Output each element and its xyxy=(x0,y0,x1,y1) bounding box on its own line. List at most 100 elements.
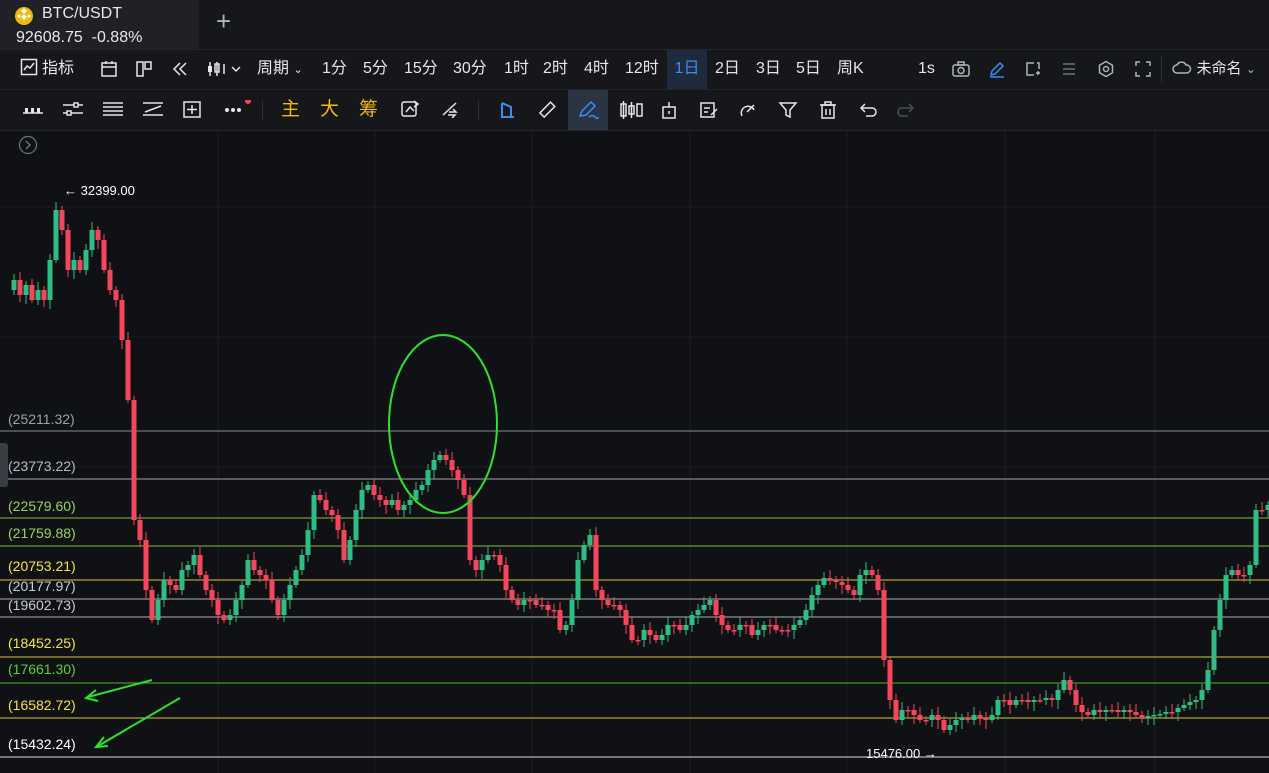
candle-body xyxy=(497,555,503,565)
more-icon[interactable] xyxy=(217,90,251,130)
candle-body xyxy=(551,610,557,612)
magnet-icon[interactable] xyxy=(492,90,522,130)
price-level-label: (15432.24) xyxy=(8,736,76,752)
add-tab-button[interactable]: + xyxy=(216,6,231,36)
candle-body xyxy=(737,625,743,630)
candle-body xyxy=(959,718,965,720)
interval-5d[interactable]: 5日 xyxy=(796,50,821,89)
candle-body xyxy=(1175,708,1181,712)
candle-body xyxy=(845,585,851,590)
symbol-tab[interactable]: BTC/USDT 92608.75 -0.88% xyxy=(0,0,199,49)
candle-body xyxy=(1247,565,1253,575)
settings-icon[interactable] xyxy=(1092,50,1122,90)
candle-body xyxy=(131,400,137,520)
lock-icon[interactable] xyxy=(654,90,684,130)
split-layout-icon[interactable] xyxy=(130,50,160,90)
low-price-value: 15476.00 xyxy=(866,746,921,761)
candle-body xyxy=(749,625,755,635)
candle-body xyxy=(263,575,269,580)
candle-body xyxy=(1181,705,1187,708)
candle-body xyxy=(1265,505,1269,510)
indicators-label: 指标 xyxy=(42,60,75,77)
side-panel-handle[interactable] xyxy=(0,443,8,487)
candle-body xyxy=(761,625,767,630)
trash-icon[interactable] xyxy=(813,90,843,130)
large-order-button[interactable]: 大 xyxy=(320,90,339,130)
replay-icon[interactable] xyxy=(395,90,425,130)
interval-4h[interactable]: 4时 xyxy=(584,50,609,89)
redo-icon[interactable] xyxy=(892,90,922,130)
candle-body xyxy=(791,625,797,630)
annotation-arrow xyxy=(97,697,181,747)
candle-body xyxy=(317,495,323,500)
seconds-button[interactable]: 1s xyxy=(918,50,935,89)
candle-body xyxy=(893,700,899,720)
candle-body xyxy=(1115,710,1121,712)
candle-body xyxy=(869,570,875,575)
price-chart[interactable] xyxy=(0,131,1269,773)
interval-30m[interactable]: 30分 xyxy=(453,50,487,89)
main-indicator-button[interactable]: 主 xyxy=(281,90,300,130)
indicators-button[interactable]: 指标 xyxy=(20,50,74,89)
ruler-icon[interactable] xyxy=(532,90,562,130)
candle-body xyxy=(101,240,107,270)
fullscreen-icon[interactable] xyxy=(1129,50,1159,90)
object-list-icon[interactable] xyxy=(1055,50,1085,90)
measure-icon[interactable] xyxy=(177,90,207,130)
layout-name-dropdown[interactable]: 未命名 ⌄ xyxy=(1172,50,1256,89)
interval-week[interactable]: 周K xyxy=(837,50,864,89)
calendar-icon[interactable] xyxy=(95,50,125,90)
camera-icon[interactable] xyxy=(946,50,976,90)
interval-1d[interactable]: 1日 xyxy=(667,50,707,89)
candle-body xyxy=(59,210,65,230)
candle-body xyxy=(599,590,605,600)
undo-icon[interactable] xyxy=(852,90,882,130)
parallel-lines-icon[interactable] xyxy=(57,90,87,130)
interval-2d[interactable]: 2日 xyxy=(715,50,740,89)
rewind-icon[interactable] xyxy=(166,50,196,90)
candle-body xyxy=(491,555,497,557)
candle-body xyxy=(179,570,185,590)
candle-body xyxy=(1187,702,1193,705)
candle-body xyxy=(1193,700,1199,702)
candle-body xyxy=(197,555,203,575)
brush-icon[interactable] xyxy=(572,90,602,130)
candlestick-chart-svg[interactable] xyxy=(0,131,1269,773)
chip-distribution-button[interactable]: 筹 xyxy=(359,90,378,130)
candle-body xyxy=(881,590,887,660)
candle-body xyxy=(785,630,791,632)
pen-icon[interactable] xyxy=(983,50,1013,90)
interval-1m[interactable]: 1分 xyxy=(322,50,347,89)
swap-icon[interactable] xyxy=(435,90,465,130)
candle-body xyxy=(407,500,413,505)
interval-1h[interactable]: 1时 xyxy=(504,50,529,89)
trend-lines-icon[interactable] xyxy=(137,90,167,130)
candle-body xyxy=(677,625,683,630)
candle-body xyxy=(83,250,89,270)
save-icon[interactable] xyxy=(1019,50,1049,90)
interval-3d[interactable]: 3日 xyxy=(756,50,781,89)
filter-icon[interactable] xyxy=(773,90,803,130)
note-edit-icon[interactable] xyxy=(694,90,724,130)
price-level-label: (17661.30) xyxy=(8,661,76,677)
horizontal-ray-icon[interactable] xyxy=(17,90,47,130)
candle-body xyxy=(257,570,263,575)
price-level-label: (19602.73) xyxy=(8,597,76,613)
expand-panel-icon[interactable] xyxy=(18,135,38,155)
candle-body xyxy=(149,590,155,620)
fib-levels-icon[interactable] xyxy=(97,90,127,130)
interval-2h[interactable]: 2时 xyxy=(543,50,568,89)
candle-body xyxy=(767,625,773,627)
interval-5m[interactable]: 5分 xyxy=(363,50,388,89)
candle-body xyxy=(539,605,545,607)
candle-type-dropdown-icon[interactable] xyxy=(202,50,246,90)
candle-body xyxy=(1211,630,1217,670)
interval-toolbar: 指标 周期 ⌄ 1分 5分 15分 30分 1时 2时 4时 12时 1日 2日… xyxy=(0,50,1269,90)
period-dropdown[interactable]: 周期 ⌄ xyxy=(257,50,303,89)
link-pen-icon[interactable] xyxy=(733,90,763,130)
candle-compare-icon[interactable] xyxy=(614,90,644,130)
candle-body xyxy=(953,720,959,725)
interval-15m[interactable]: 15分 xyxy=(404,50,438,89)
interval-12h[interactable]: 12时 xyxy=(625,50,659,89)
candle-body xyxy=(533,600,539,605)
